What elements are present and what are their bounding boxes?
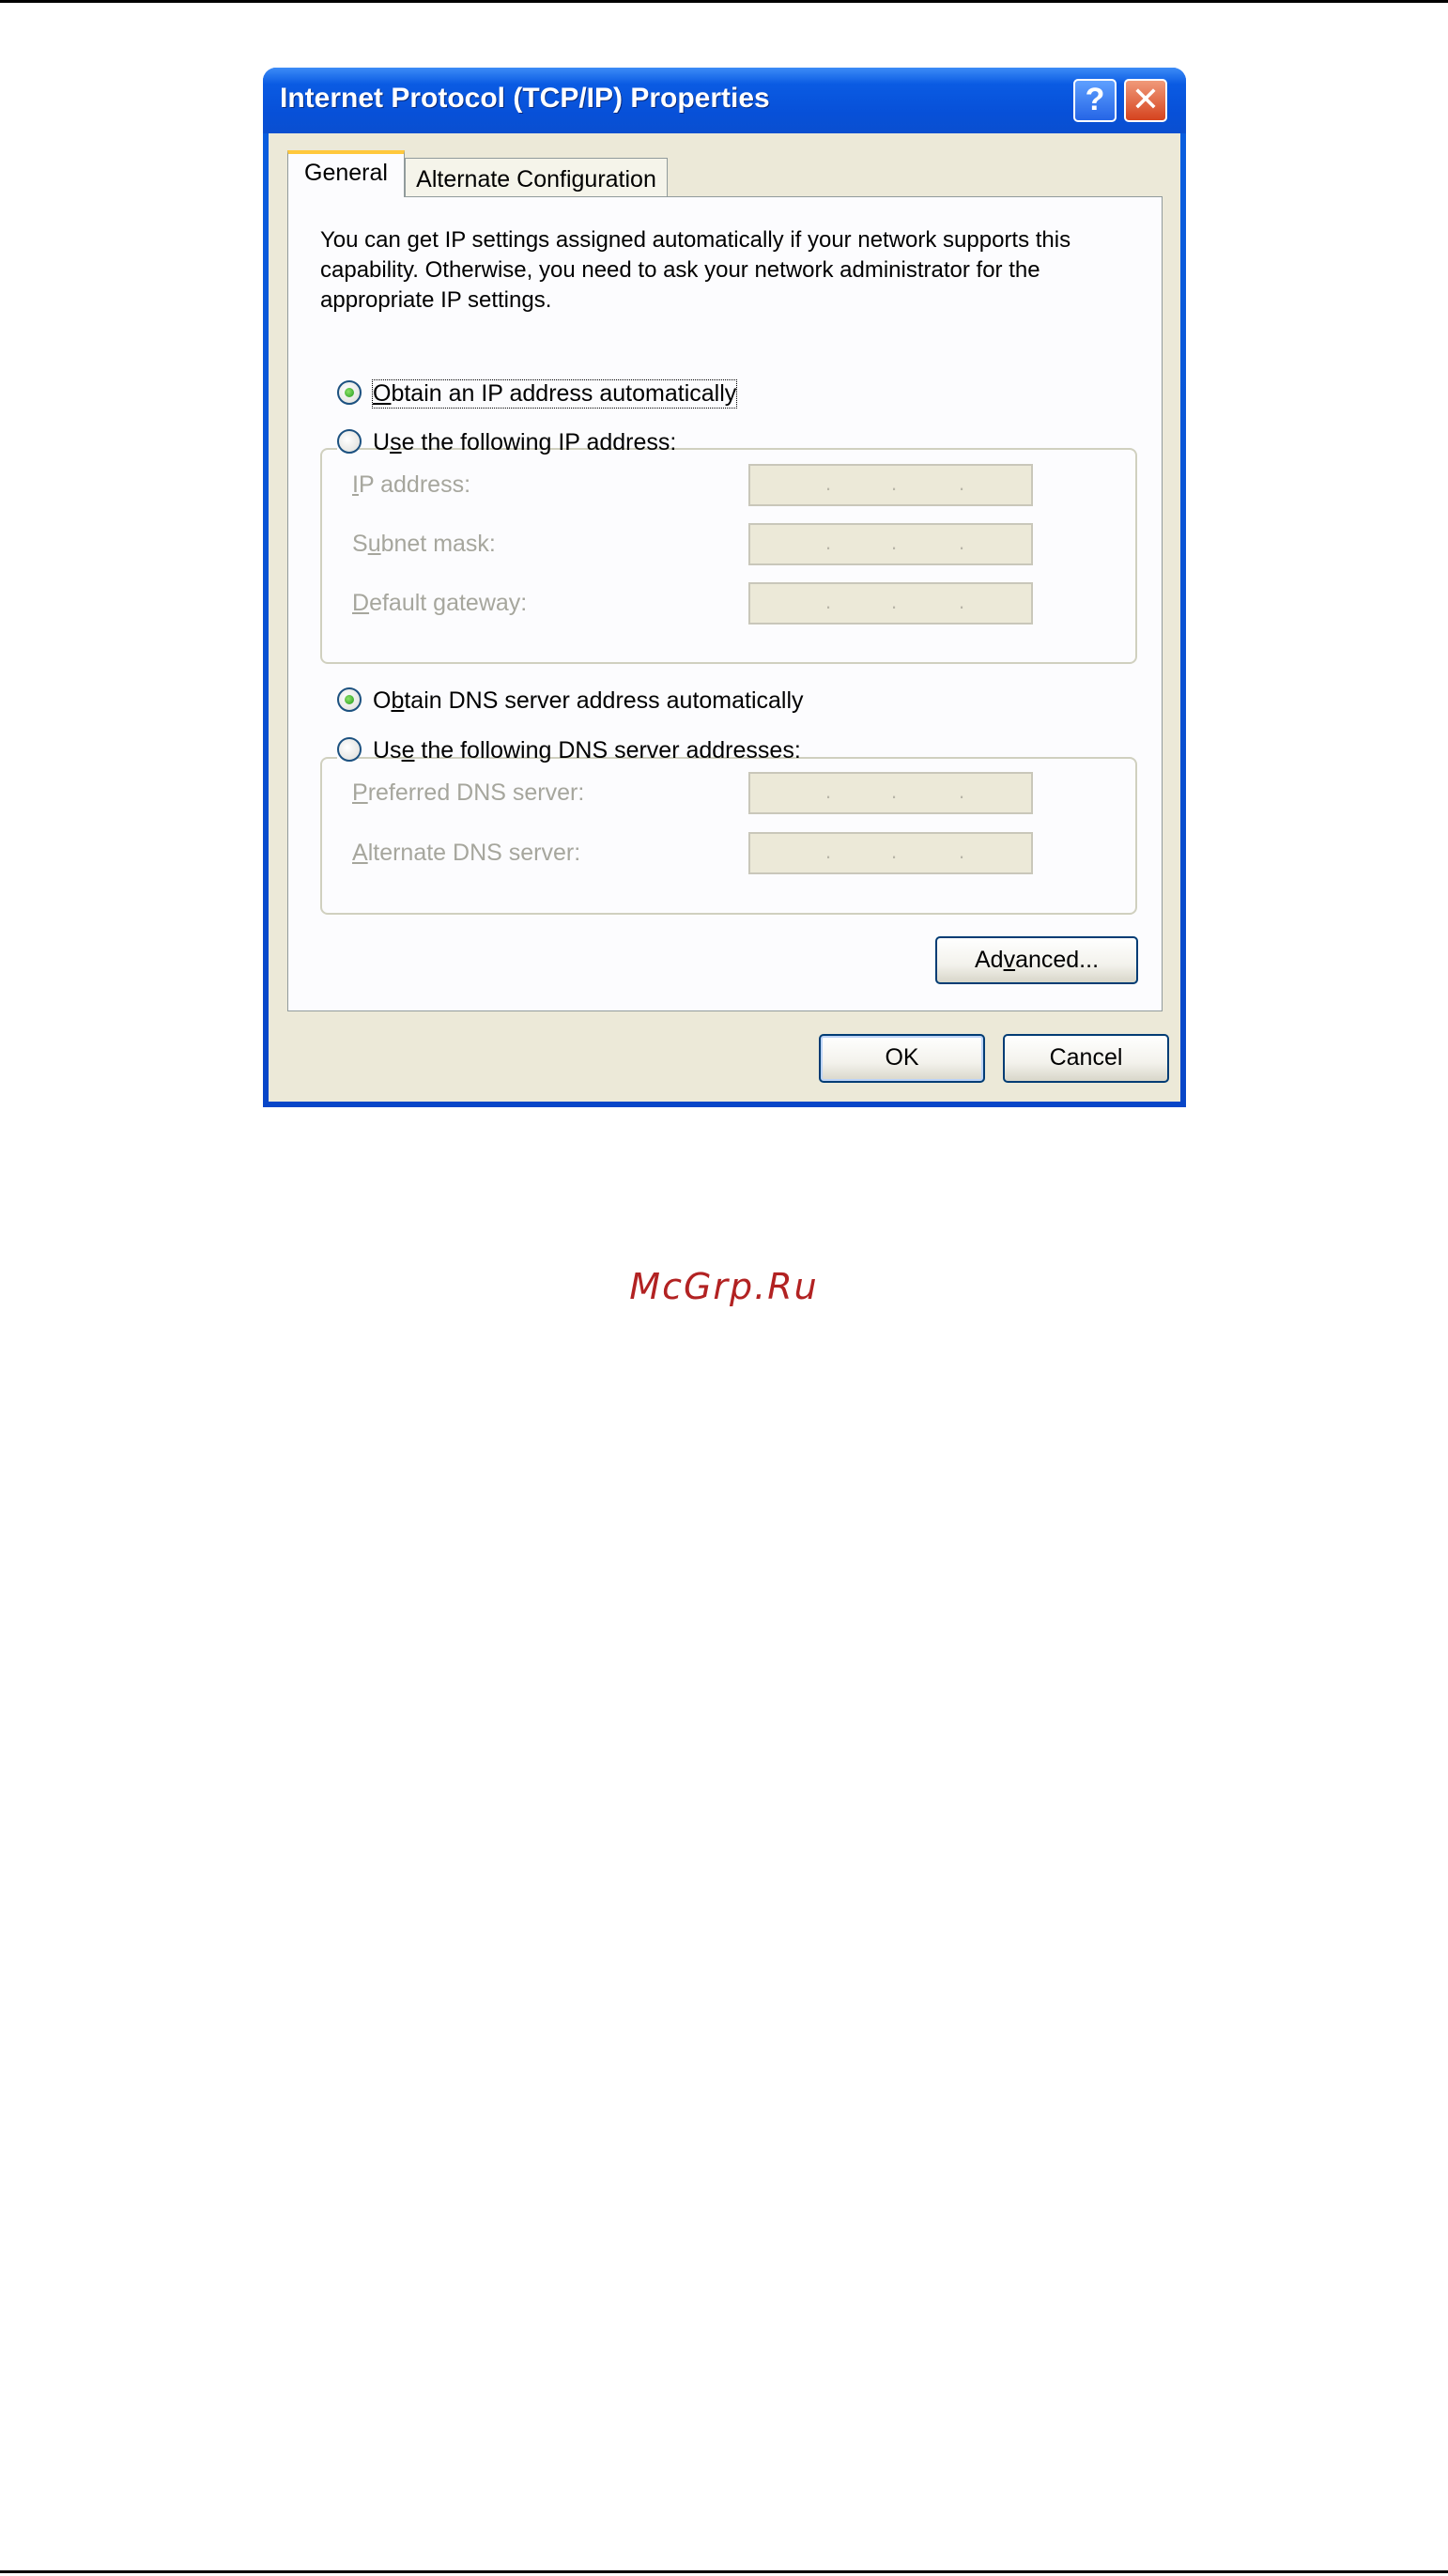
watermark-text: McGrp.Ru <box>629 1266 819 1307</box>
close-button[interactable]: ✕ <box>1124 79 1167 122</box>
alternate-dns-label: Alternate DNS server: <box>352 840 581 866</box>
ip-address-field[interactable]: ... <box>748 464 1033 506</box>
use-following-dns-label: Use the following DNS server addresses: <box>373 737 801 764</box>
preferred-dns-label: Preferred DNS server: <box>352 779 585 806</box>
title-bar[interactable]: Internet Protocol (TCP/IP) Properties ? … <box>263 68 1186 133</box>
ok-button[interactable]: OK <box>819 1034 985 1083</box>
cancel-button[interactable]: Cancel <box>1003 1034 1169 1083</box>
use-following-ip-label: Use the following IP address: <box>373 429 677 455</box>
use-following-ip-radio[interactable]: Use the following IP address: <box>337 427 676 459</box>
tab-general[interactable]: General <box>287 150 405 197</box>
obtain-dns-automatically-label: Obtain DNS server address automatically <box>373 687 804 714</box>
alternate-dns-field[interactable]: ... <box>748 832 1033 874</box>
radio-unchecked-icon <box>337 737 362 762</box>
help-button[interactable]: ? <box>1073 79 1117 122</box>
default-gateway-label: Default gateway: <box>352 590 528 616</box>
close-icon: ✕ <box>1131 80 1161 118</box>
advanced-button[interactable]: Advanced... <box>935 936 1138 984</box>
subnet-mask-field[interactable]: ... <box>748 523 1033 565</box>
tab-alternate-configuration[interactable]: Alternate Configuration <box>405 158 668 197</box>
ip-address-label: IP address: <box>352 471 471 498</box>
intro-text: You can get IP settings assigned automat… <box>320 227 1071 313</box>
window-title: Internet Protocol (TCP/IP) Properties <box>280 83 770 114</box>
radio-unchecked-icon <box>337 429 362 454</box>
general-tab-panel: You can get IP settings assigned automat… <box>287 196 1163 1011</box>
obtain-dns-automatically-radio[interactable]: Obtain DNS server address automatically <box>337 686 804 717</box>
radio-checked-icon <box>337 380 362 405</box>
obtain-ip-automatically-radio[interactable]: Obtain an IP address automatically <box>337 378 738 410</box>
dialog-client-area: General Alternate Configuration You can … <box>269 133 1180 1102</box>
help-icon: ? <box>1085 82 1105 117</box>
tcpip-properties-dialog: Internet Protocol (TCP/IP) Properties ? … <box>263 68 1186 1107</box>
subnet-mask-label: Subnet mask: <box>352 531 496 557</box>
use-following-dns-radio[interactable]: Use the following DNS server addresses: <box>337 735 801 767</box>
radio-checked-icon <box>337 687 362 712</box>
obtain-ip-automatically-label: Obtain an IP address automatically <box>371 379 738 409</box>
page-top-rule <box>0 0 1448 3</box>
default-gateway-field[interactable]: ... <box>748 582 1033 625</box>
preferred-dns-field[interactable]: ... <box>748 772 1033 814</box>
page-bottom-rule <box>0 2570 1448 2573</box>
